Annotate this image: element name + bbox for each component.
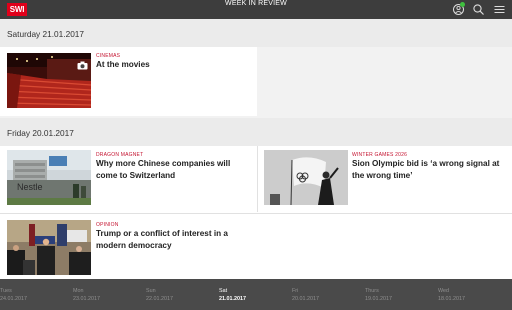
day-tab-date: 19.01.2017 bbox=[365, 296, 392, 302]
svg-text:Nestle: Nestle bbox=[17, 182, 43, 192]
article-thumbnail: Nestle bbox=[7, 150, 91, 205]
article-card[interactable]: Nestle DRAGON MAGNET Why more Chinese co… bbox=[0, 146, 257, 212]
section-date-header: Friday 20.01.2017 bbox=[0, 118, 512, 146]
article-headline[interactable]: At the movies bbox=[96, 59, 246, 71]
day-navigation-bar: Tues 24.01.2017 Mon 23.01.2017 Sun 22.01… bbox=[0, 279, 512, 310]
article-card[interactable]: CINEMAS At the movies bbox=[0, 47, 257, 116]
article-headline[interactable]: Why more Chinese companies will come to … bbox=[96, 158, 241, 182]
day-tab-name: Tues bbox=[0, 288, 12, 294]
search-icon[interactable] bbox=[472, 3, 485, 16]
top-bar: SWI WEEK IN REVIEW bbox=[0, 0, 512, 19]
day-tab-name: Thurs bbox=[365, 288, 379, 294]
day-tab-tues[interactable]: Tues 24.01.2017 bbox=[0, 287, 27, 303]
day-tab-name: Mon bbox=[73, 288, 84, 294]
article-card[interactable]: WINTER GAMES 2026 Sion Olympic bid is ‘a… bbox=[258, 146, 512, 212]
article-card[interactable]: OPINION Trump or a conflict of interest … bbox=[0, 214, 257, 279]
menu-icon[interactable] bbox=[493, 3, 506, 16]
article-headline[interactable]: Sion Olympic bid is ‘a wrong signal at t… bbox=[352, 158, 507, 182]
profile-icon[interactable] bbox=[452, 2, 465, 16]
day-tab-fri[interactable]: Fri 20.01.2017 bbox=[292, 287, 319, 303]
camera-icon bbox=[77, 57, 88, 70]
page-title: WEEK IN REVIEW bbox=[225, 0, 287, 7]
day-tab-date: 23.01.2017 bbox=[73, 296, 100, 302]
day-tab-wed[interactable]: Wed 18.01.2017 bbox=[438, 287, 465, 303]
day-tab-name: Sun bbox=[146, 288, 156, 294]
day-tab-name: Wed bbox=[438, 288, 449, 294]
day-tab-sun[interactable]: Sun 22.01.2017 bbox=[146, 287, 173, 303]
day-tab-sat[interactable]: Sat 21.01.2017 bbox=[219, 287, 246, 303]
day-tab-name: Fri bbox=[292, 288, 299, 294]
day-tab-name: Sat bbox=[219, 288, 228, 294]
day-tab-date: 20.01.2017 bbox=[292, 296, 319, 302]
day-tab-date: 21.01.2017 bbox=[219, 296, 246, 302]
article-thumbnail bbox=[264, 150, 348, 205]
day-tab-date: 22.01.2017 bbox=[146, 296, 173, 302]
day-tab-date: 18.01.2017 bbox=[438, 296, 465, 302]
day-tab-mon[interactable]: Mon 23.01.2017 bbox=[73, 287, 100, 303]
day-tab-thurs[interactable]: Thurs 19.01.2017 bbox=[365, 287, 392, 303]
notification-dot bbox=[460, 2, 465, 7]
article-thumbnail bbox=[7, 220, 91, 275]
section-date-header: Saturday 21.01.2017 bbox=[0, 19, 512, 47]
day-tab-date: 24.01.2017 bbox=[0, 296, 27, 302]
article-headline[interactable]: Trump or a conflict of interest in a mod… bbox=[96, 228, 246, 252]
